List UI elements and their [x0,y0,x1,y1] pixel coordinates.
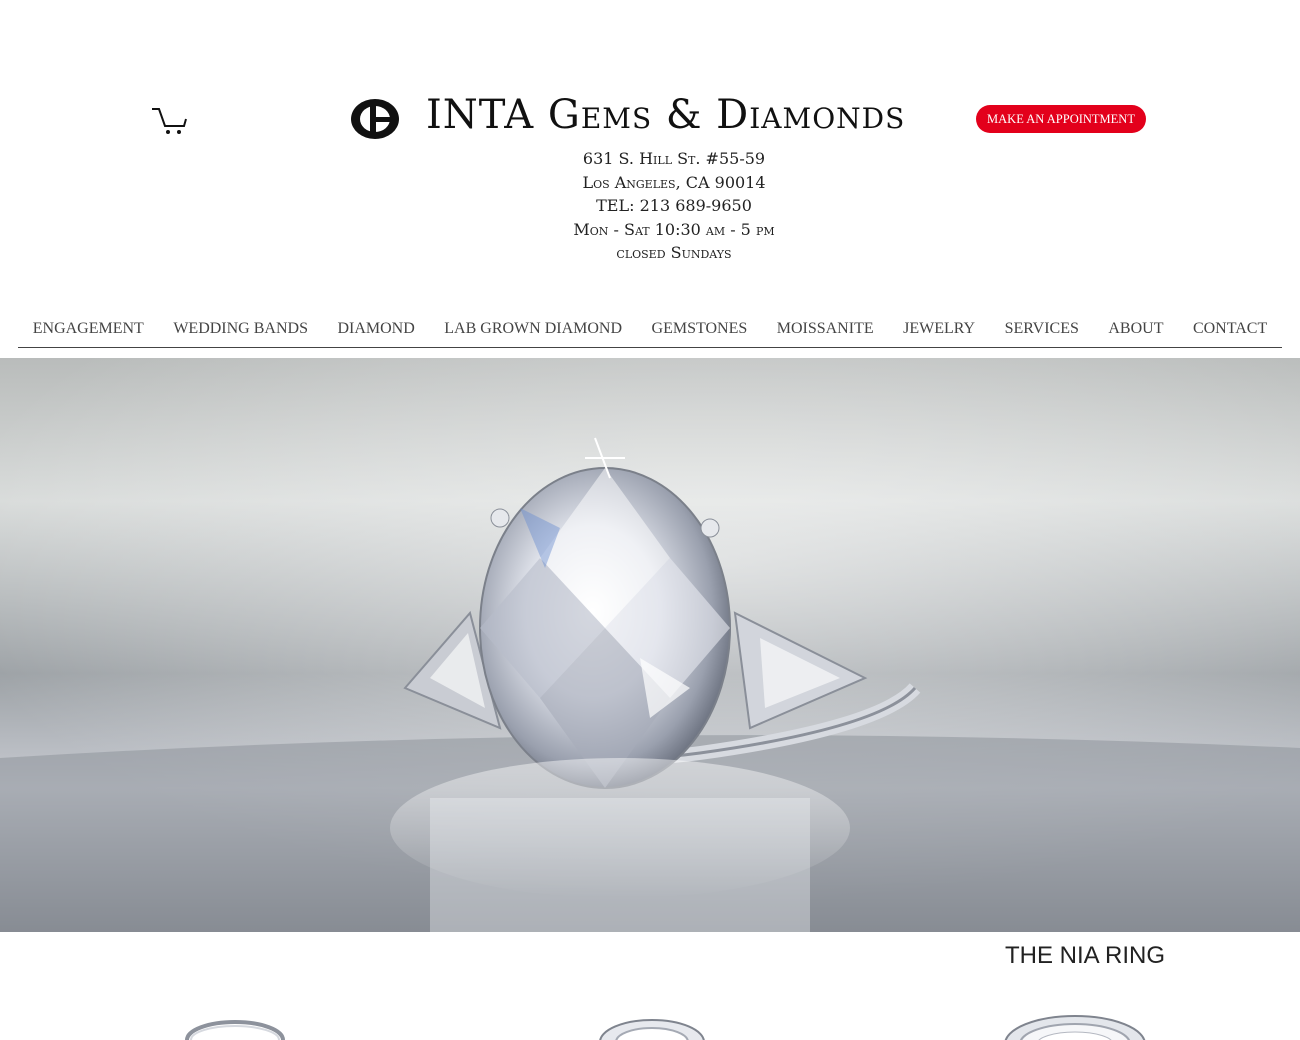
ig-logo-icon[interactable] [349,97,401,141]
nav-item-services[interactable]: SERVICES [1005,320,1079,338]
section-title: THE NIA RING [1005,942,1166,969]
make-appointment-button[interactable]: MAKE AN APPOINTMENT [976,105,1146,133]
nav-item-contact[interactable]: CONTACT [1193,320,1267,338]
phone-number[interactable]: TEL: 213 689-9650 [474,194,874,218]
nav-item-moissanite[interactable]: MOISSANITE [777,320,874,338]
nav-item-diamond[interactable]: DIAMOND [337,320,414,338]
cart-icon[interactable] [150,104,188,136]
ring-thumbnail[interactable] [595,1012,710,1040]
nav-item-gemstones[interactable]: GEMSTONES [652,320,748,338]
closed-notice: closed Sundays [616,243,732,262]
main-nav: ENGAGEMENT WEDDING BANDS DIAMOND LAB GRO… [18,310,1282,348]
hero-ring-image [0,358,1300,932]
address-street: 631 S. Hill St. #55-59 [582,149,766,168]
nav-item-engagement[interactable]: ENGAGEMENT [33,320,144,338]
store-info: 631 S. Hill St. #55-59 Los Angeles, CA 9… [474,147,874,265]
brand-title[interactable]: INTA Gems & Diamonds [426,92,905,138]
ring-thumbnail[interactable] [1000,1012,1150,1040]
nav-item-jewelry[interactable]: JEWELRY [903,320,975,338]
ring-thumbnail[interactable] [180,1012,290,1040]
nav-item-lab-grown-diamond[interactable]: LAB GROWN DIAMOND [444,320,622,338]
store-hours: Mon - Sat 10:30 am - 5 pm [573,219,775,239]
address-city: Los Angeles, CA 90014 [582,172,766,192]
nav-item-wedding-bands[interactable]: WEDDING BANDS [173,320,308,338]
nav-item-about[interactable]: ABOUT [1108,320,1163,338]
